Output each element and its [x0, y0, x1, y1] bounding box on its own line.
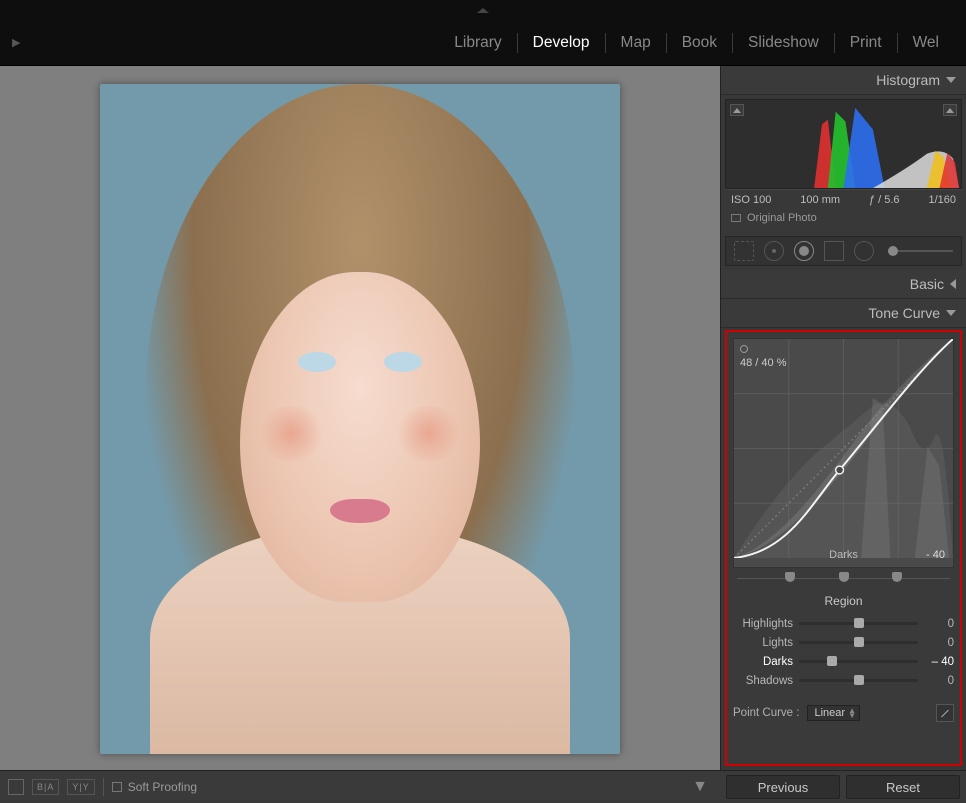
panel-tonecurve-header[interactable]: Tone Curve [721, 299, 966, 328]
collapse-icon [946, 310, 956, 316]
module-library[interactable]: Library [439, 34, 516, 52]
point-curve-label: Point Curve : [733, 707, 799, 719]
toolbar-menu-button[interactable]: ▼ [688, 777, 712, 797]
reset-button[interactable]: Reset [846, 775, 960, 799]
collapse-icon [946, 77, 956, 83]
exif-focal: 100 mm [800, 194, 840, 206]
module-develop[interactable]: Develop [518, 34, 605, 52]
stepper-icon: ▲▼ [848, 708, 856, 718]
original-photo-toggle[interactable]: Original Photo [725, 208, 962, 232]
local-tools-strip [725, 236, 962, 266]
radial-filter-tool-icon[interactable] [854, 241, 874, 261]
slider-shadows[interactable]: Shadows 0 [733, 671, 954, 690]
module-print[interactable]: Print [835, 34, 897, 52]
panel-title: Basic [910, 276, 944, 292]
exif-row: ISO 100 100 mm ƒ / 5.6 1/160 [725, 189, 962, 208]
module-book[interactable]: Book [667, 34, 732, 52]
checkbox-icon [112, 782, 122, 792]
slider-highlights[interactable]: Highlights 0 [733, 614, 954, 633]
original-photo-label: Original Photo [747, 212, 817, 224]
region-split-slider[interactable] [737, 572, 950, 586]
panel-title: Histogram [876, 72, 940, 88]
spot-removal-tool-icon[interactable] [764, 241, 784, 261]
expand-left-icon[interactable]: ▶ [12, 36, 20, 49]
bottom-toolbar: B|A Y|Y Soft Proofing ▼ Previous Reset [0, 770, 966, 803]
graduated-filter-tool-icon[interactable] [824, 241, 844, 261]
region-split-pin[interactable] [892, 572, 902, 582]
module-web[interactable]: Wel [898, 34, 954, 52]
point-curve-select[interactable]: Linear ▲▼ [807, 705, 860, 721]
exif-shutter: 1/160 [928, 194, 956, 206]
crop-tool-icon[interactable] [734, 241, 754, 261]
exif-aperture: ƒ / 5.6 [869, 194, 900, 206]
loupe-view-button[interactable] [8, 779, 24, 795]
before-after-vertical-button[interactable]: Y|Y [67, 779, 94, 795]
canvas[interactable] [0, 66, 720, 770]
histogram-plot[interactable] [725, 99, 962, 189]
top-collapse-bar[interactable] [0, 0, 966, 20]
curve-region-label: Darks [829, 549, 858, 561]
region-heading: Region [733, 594, 954, 608]
divider [103, 778, 104, 796]
previous-button[interactable]: Previous [726, 775, 840, 799]
panel-title: Tone Curve [868, 305, 940, 321]
soft-proofing-toggle[interactable]: Soft Proofing [112, 780, 197, 794]
curve-region-value: - 40 [926, 549, 945, 561]
module-map[interactable]: Map [606, 34, 666, 52]
edit-point-curve-button[interactable] [936, 704, 954, 722]
brush-tool-icon[interactable] [888, 250, 953, 252]
tone-curve-panel: 48 / 40 % [725, 330, 962, 766]
slider-darks[interactable]: Darks – 40 [733, 652, 954, 671]
checkbox-icon [731, 214, 741, 222]
collapsed-icon [950, 279, 956, 289]
before-after-horizontal-button[interactable]: B|A [32, 779, 59, 795]
exif-iso: ISO 100 [731, 194, 771, 206]
redeye-tool-icon[interactable] [794, 241, 814, 261]
right-panel: Histogram ISO 100 100 mm ƒ / 5.6 [720, 66, 966, 770]
slider-lights[interactable]: Lights 0 [733, 633, 954, 652]
module-slideshow[interactable]: Slideshow [733, 34, 834, 52]
region-split-pin[interactable] [839, 572, 849, 582]
tone-curve-graph[interactable]: 48 / 40 % [733, 338, 954, 568]
module-picker: ▶ Library Develop Map Book Slideshow Pri… [0, 20, 966, 66]
panel-histogram-header[interactable]: Histogram [721, 66, 966, 95]
panel-basic-header[interactable]: Basic [721, 270, 966, 299]
expand-top-notch-icon [477, 8, 489, 13]
preview-image [100, 84, 620, 754]
region-split-pin[interactable] [785, 572, 795, 582]
